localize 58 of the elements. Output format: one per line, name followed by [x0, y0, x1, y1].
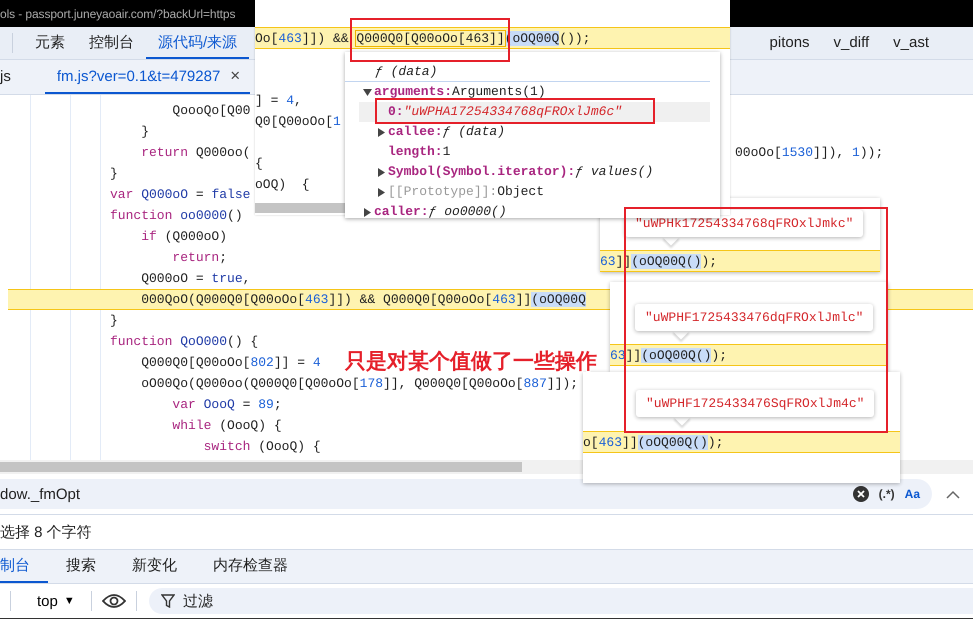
property-row[interactable]: arguments:Arguments(1) [345, 82, 720, 102]
code-line: } [140, 123, 150, 141]
match-case-toggle[interactable]: Aa [904, 487, 920, 501]
code-line: return; [171, 249, 228, 267]
value-tooltip: "uWPHF1725433476dqFROxlJmlc" [635, 304, 874, 339]
code-line: QoooQo[Q00 [171, 102, 250, 120]
scrollbar-thumb[interactable] [0, 462, 522, 472]
code-line: var Q000oO = false [109, 186, 250, 204]
chevron-up-icon[interactable] [946, 490, 960, 498]
code-line: switch (OooQ) { [202, 438, 321, 456]
scrollbar-thumb[interactable] [255, 203, 345, 213]
selection-status: 选择 8 个字符 [0, 522, 92, 542]
code-line: } [109, 165, 118, 183]
function-header: ƒ (data) [345, 61, 710, 82]
file-tab[interactable]: js [0, 60, 21, 94]
property-row[interactable]: [[Prototype]]:Object [359, 182, 720, 202]
code-line: if (Q000oO) [140, 228, 228, 246]
code-line: oOQ) { [255, 176, 311, 194]
code-line: { [255, 155, 264, 173]
panel-tab[interactable]: 控制台 [77, 27, 146, 59]
code-line: Q0[Q00oOo[1 [255, 113, 341, 131]
filter-icon [160, 594, 175, 608]
code-line: ] = 4, [255, 92, 303, 110]
panel-tab[interactable]: v_ast [889, 27, 933, 59]
search-field[interactable]: dow._fmOpt (.*) Aa [0, 479, 932, 509]
code-line: return Q000oo( [140, 144, 250, 162]
panel-tab[interactable]: v_diff [830, 27, 874, 59]
code-line: function QoO000() { [109, 333, 258, 351]
expand-arrow-icon[interactable] [376, 188, 386, 196]
panel-tab[interactable]: pitons [766, 27, 814, 59]
drawer-tab[interactable]: 制台 [0, 550, 48, 583]
code-line: function oo0000() [109, 207, 243, 225]
code-line: oO00Qo(Q000oo(Q000Q0[Q00oOo[178]], Q000Q0[Q00oOo[887]]); [140, 375, 578, 393]
regex-toggle[interactable]: (.*) [878, 487, 895, 501]
drawer-tab[interactable]: 内存检查器 [213, 550, 306, 583]
code-line: Q000Q0[Q00oOo[802]] = 4 [140, 354, 321, 372]
annotation-text: 只是对某个值做了一些操作 [345, 349, 597, 374]
expand-arrow-icon[interactable] [362, 208, 372, 216]
panel-tab[interactable]: 元素 [23, 27, 77, 59]
drawer-tab[interactable]: 搜索 [66, 550, 114, 583]
code-line: var OooQ = 89; [171, 396, 282, 414]
context-dropdown[interactable]: top ▼ [21, 592, 81, 610]
code-line: 00oOo[1530]]), 1)); [735, 144, 884, 162]
expand-arrow-icon[interactable] [376, 168, 386, 176]
clear-icon[interactable] [852, 486, 869, 502]
property-row[interactable]: callee:ƒ (data) [359, 122, 720, 142]
code-line: Q000oO = true, [140, 270, 250, 288]
collapse-arrow-icon[interactable] [362, 88, 372, 96]
value-tooltip: "uWPHF1725433476SqFROxlJm4c" [636, 390, 874, 425]
eye-icon[interactable] [102, 593, 126, 609]
code-line: while (OooQ) { [171, 417, 282, 435]
property-row[interactable]: Symbol(Symbol.iterator):ƒ values() [359, 162, 720, 182]
property-row[interactable]: 0:"uWPHA17254334768qFROxlJm6c" [359, 102, 710, 122]
expand-arrow-icon[interactable] [376, 128, 386, 136]
property-row[interactable]: length:1 [359, 142, 720, 162]
drawer-tab[interactable]: 新变化 [132, 550, 195, 583]
window-title: ols - passport.juneyaoair.com/?backUrl=https [0, 6, 236, 20]
code-line: } [109, 312, 118, 330]
